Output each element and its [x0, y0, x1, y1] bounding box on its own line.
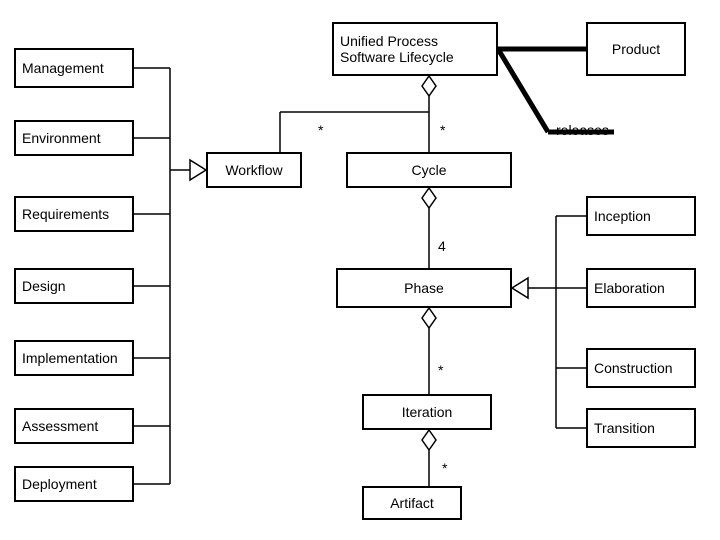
label-phase: Phase: [404, 280, 444, 296]
label-product: Product: [612, 41, 660, 57]
label-star4: *: [442, 460, 447, 476]
label-environment: Environment: [22, 130, 101, 146]
box-construction: Construction: [586, 348, 696, 388]
label-construction: Construction: [594, 360, 673, 376]
label-star1: *: [318, 122, 323, 138]
label-implementation: Implementation: [22, 350, 118, 366]
box-artifact: Artifact: [362, 486, 462, 520]
label-workflow: Workflow: [225, 162, 282, 178]
label-design: Design: [22, 278, 66, 294]
box-product: Product: [586, 22, 686, 76]
box-environment: Environment: [14, 120, 134, 156]
box-cycle: Cycle: [346, 152, 512, 188]
label-requirements: Requirements: [22, 206, 109, 222]
label-transition: Transition: [594, 420, 655, 436]
box-phase: Phase: [336, 268, 512, 308]
box-iteration: Iteration: [362, 394, 492, 430]
box-transition: Transition: [586, 408, 696, 448]
label-artifact: Artifact: [390, 495, 434, 511]
box-assessment: Assessment: [14, 408, 134, 444]
label-elaboration: Elaboration: [594, 280, 665, 296]
box-management: Management: [14, 48, 134, 88]
label-star2: *: [440, 122, 445, 138]
box-inception: Inception: [586, 196, 696, 236]
label-iteration: Iteration: [402, 404, 453, 420]
box-elaboration: Elaboration: [586, 268, 696, 308]
label-unified: Unified Process Software Lifecycle: [340, 33, 490, 65]
box-implementation: Implementation: [14, 340, 134, 376]
label-four: 4: [438, 238, 446, 254]
label-inception: Inception: [594, 208, 651, 224]
label-assessment: Assessment: [22, 418, 98, 434]
label-releases: releases: [556, 122, 609, 138]
box-workflow: Workflow: [206, 152, 302, 188]
box-requirements: Requirements: [14, 196, 134, 232]
box-deployment: Deployment: [14, 466, 134, 502]
label-cycle: Cycle: [411, 162, 446, 178]
box-design: Design: [14, 268, 134, 304]
label-deployment: Deployment: [22, 476, 97, 492]
box-unified: Unified Process Software Lifecycle: [332, 22, 498, 76]
label-management: Management: [22, 60, 104, 76]
label-star3: *: [438, 362, 443, 378]
